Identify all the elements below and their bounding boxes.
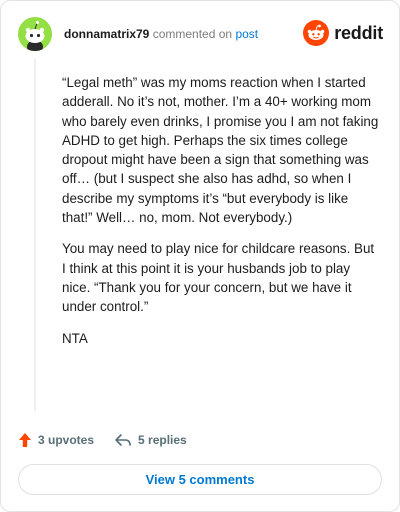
reddit-logo-icon — [303, 20, 330, 46]
comment-header: donnamatrix79 commented on post reddit — [18, 17, 383, 51]
comment-card: donnamatrix79 commented on post reddit “… — [0, 0, 400, 512]
comment-paragraph: NTA — [62, 330, 88, 346]
commented-on-text: commented on — [152, 27, 233, 41]
snoo-avatar-icon — [18, 17, 52, 51]
upvote-button[interactable]: 3 upvotes — [18, 432, 94, 448]
view-comments-button[interactable]: View 5 comments — [18, 464, 382, 495]
reply-arrow-icon — [115, 434, 131, 446]
thread-line[interactable] — [34, 59, 36, 411]
reddit-brand[interactable]: reddit — [303, 19, 383, 47]
comment-paragraph: You may need to play nice for childcare … — [62, 241, 375, 315]
upvote-count: 3 upvotes — [38, 433, 95, 447]
post-link[interactable]: post — [235, 27, 258, 41]
comment-actions: 3 upvotes 5 replies — [18, 430, 187, 450]
reply-button[interactable]: 5 replies — [114, 433, 187, 447]
reddit-wordmark: reddit — [334, 22, 383, 43]
comment-meta: donnamatrix79 commented on post — [64, 26, 258, 42]
comment-paragraph: “Legal meth” was my moms reaction when I… — [62, 75, 379, 226]
comment-body: “Legal meth” was my moms reaction when I… — [62, 73, 380, 360]
username-link[interactable]: donnamatrix79 — [64, 27, 149, 41]
reply-count: 5 replies — [138, 433, 187, 447]
user-avatar[interactable] — [18, 17, 52, 51]
upvote-arrow-icon — [19, 433, 31, 447]
